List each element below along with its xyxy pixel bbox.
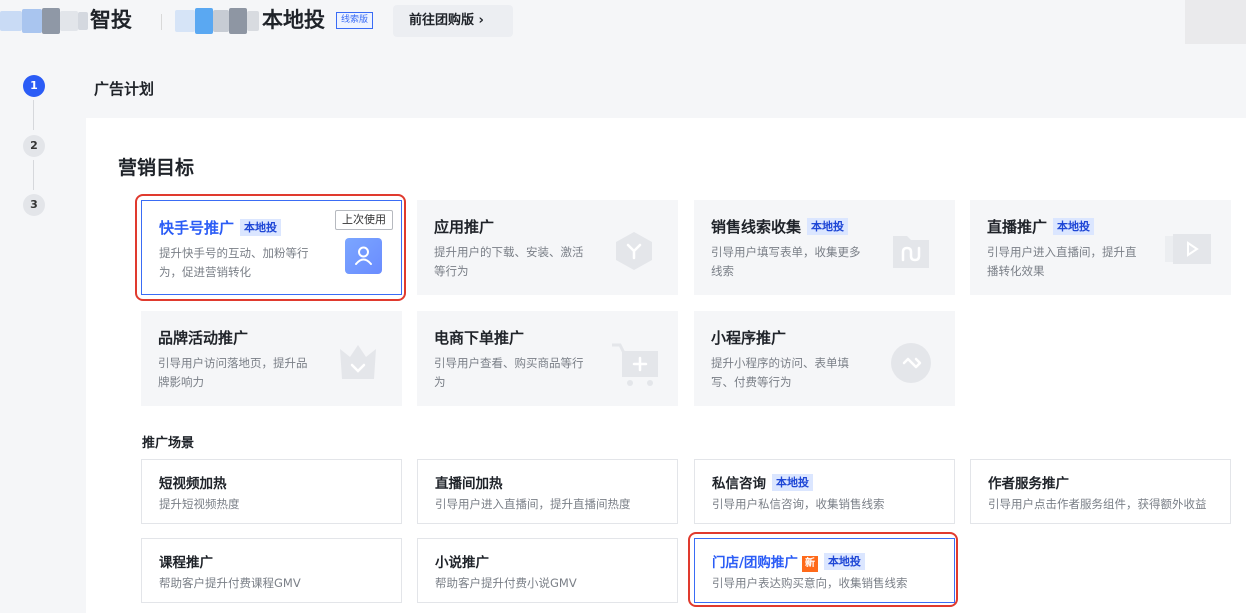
blurred-product-logo (229, 8, 247, 34)
product-name: 本地投 (262, 8, 325, 32)
blurred-logo (60, 11, 78, 31)
goal-card-desc: 引导用户访问落地页，提升品牌影响力 (158, 356, 308, 389)
blurred-product-logo (195, 8, 213, 34)
goal-card-brand[interactable]: 品牌活动推广 引导用户访问落地页，提升品牌影响力 (141, 311, 402, 406)
scene-card-store-group-buy[interactable]: 门店/团购推广新本地投 引导用户表达购买意向，收集销售线索 (694, 538, 955, 603)
scene-card-desc: 帮助客户提升付费课程GMV (159, 576, 301, 590)
last-used-badge: 上次使用 (335, 210, 393, 230)
blurred-logo (78, 12, 88, 30)
scene-card-title: 直播间加热 (435, 476, 503, 492)
goal-card-live[interactable]: 直播推广 本地投 引导用户进入直播间，提升直播转化效果 (970, 200, 1231, 295)
goal-card-title: 快手号推广 本地投 (159, 217, 282, 238)
scene-card-desc: 引导用户点击作者服务组件，获得额外收益 (988, 497, 1207, 511)
local-tag: 本地投 (807, 218, 849, 235)
goal-card-desc: 提升快手号的互动、加粉等行为，促进营销转化 (159, 246, 309, 279)
goal-card-title: 小程序推广 (711, 329, 787, 347)
local-tag: 本地投 (772, 474, 813, 491)
goal-card-title: 电商下单推广 (434, 329, 525, 347)
scene-card-title-text: 门店/团购推广 (712, 555, 798, 571)
scene-card-desc: 帮助客户提升付费小说GMV (435, 576, 577, 590)
mini-program-icon (889, 341, 933, 383)
scene-card-title: 短视频加热 (159, 476, 227, 492)
scene-card-author-service[interactable]: 作者服务推广 引导用户点击作者服务组件，获得额外收益 (970, 459, 1231, 524)
goto-group-buy-button[interactable]: 前往团购版 › (393, 5, 513, 37)
top-right-area (1185, 0, 1246, 44)
local-tag: 本地投 (823, 553, 865, 570)
scene-card-title: 课程推广 (159, 555, 213, 571)
scene-section-title: 推广场景 (142, 436, 195, 451)
scene-card-live-room[interactable]: 直播间加热 引导用户进入直播间，提升直播间热度 (417, 459, 678, 524)
crown-icon (336, 341, 380, 381)
cart-icon (612, 341, 658, 386)
goal-card-ecommerce[interactable]: 电商下单推广 引导用户查看、购买商品等行为 (417, 311, 678, 406)
blurred-logo (0, 11, 22, 31)
brand-name: 智投 (90, 8, 132, 32)
goal-card-app[interactable]: 应用推广 提升用户的下载、安装、激活等行为 (417, 200, 678, 295)
step-connector (33, 100, 34, 130)
blurred-product-logo (247, 11, 259, 31)
new-badge: 新 (801, 556, 818, 572)
blurred-product-logo (213, 10, 229, 32)
step-2[interactable]: 2 (23, 135, 45, 157)
marketing-goal-title: 营销目标 (118, 157, 195, 179)
goal-card-miniprogram[interactable]: 小程序推广 提升小程序的访问、表单填写、付费等行为 (694, 311, 955, 406)
scene-card-title: 门店/团购推广新本地投 (712, 551, 865, 572)
goal-card-desc: 提升用户的下载、安装、激活等行为 (434, 245, 584, 278)
goal-card-desc: 引导用户进入直播间，提升直播转化效果 (987, 245, 1137, 278)
step-connector (33, 160, 34, 190)
page-title: 广告计划 (94, 80, 155, 98)
goal-card-desc: 引导用户填写表单，收集更多线索 (711, 245, 861, 278)
blurred-logo (22, 9, 42, 33)
scene-card-course[interactable]: 课程推广 帮助客户提升付费课程GMV (141, 538, 402, 603)
goal-card-desc: 引导用户查看、购买商品等行为 (434, 356, 584, 389)
scene-card-title: 小说推广 (435, 555, 489, 571)
play-icon (1165, 230, 1211, 270)
goal-card-title: 品牌活动推广 (158, 329, 249, 347)
scene-card-private-message[interactable]: 私信咨询 本地投 引导用户私信咨询，收集销售线索 (694, 459, 955, 524)
step-3[interactable]: 3 (23, 194, 45, 216)
user-icon (345, 238, 382, 274)
goal-card-title: 直播推广 本地投 (987, 216, 1095, 237)
blurred-product-logo (175, 10, 195, 32)
folder-icon (889, 230, 933, 270)
scene-card-desc: 引导用户表达购买意向，收集销售线索 (712, 576, 908, 590)
app-hexagon-icon (612, 230, 656, 270)
scene-card-novel[interactable]: 小说推广 帮助客户提升付费小说GMV (417, 538, 678, 603)
scene-card-short-video[interactable]: 短视频加热 提升短视频热度 (141, 459, 402, 524)
scene-card-desc: 引导用户私信咨询，收集销售线索 (712, 497, 885, 511)
goal-card-kuaishou[interactable]: 快手号推广 本地投 提升快手号的互动、加粉等行为，促进营销转化 上次使用 (141, 200, 402, 295)
goal-card-title-text: 直播推广 (987, 218, 1048, 236)
scene-card-title: 作者服务推广 (988, 476, 1069, 492)
header-divider (161, 14, 162, 30)
top-bar: 智投 本地投 线索版 前往团购版 › (0, 0, 1246, 44)
goal-card-desc: 提升小程序的访问、表单填写、付费等行为 (711, 356, 849, 389)
scene-card-desc: 提升短视频热度 (159, 497, 240, 511)
scene-card-title: 私信咨询 本地投 (712, 472, 813, 492)
goal-card-title: 应用推广 (434, 218, 495, 236)
goal-card-leads[interactable]: 销售线索收集 本地投 引导用户填写表单，收集更多线索 (694, 200, 955, 295)
goal-card-title: 销售线索收集 本地投 (711, 216, 849, 237)
scene-card-title-text: 私信咨询 (712, 476, 766, 492)
blurred-logo (42, 8, 60, 34)
goal-card-title-text: 快手号推广 (159, 219, 235, 237)
local-tag: 本地投 (1053, 218, 1095, 235)
local-tag: 本地投 (240, 219, 282, 236)
version-tag: 线索版 (336, 12, 374, 29)
scene-card-desc: 引导用户进入直播间，提升直播间热度 (435, 497, 631, 511)
goal-card-title-text: 销售线索收集 (711, 218, 802, 236)
step-1[interactable]: 1 (23, 75, 45, 97)
